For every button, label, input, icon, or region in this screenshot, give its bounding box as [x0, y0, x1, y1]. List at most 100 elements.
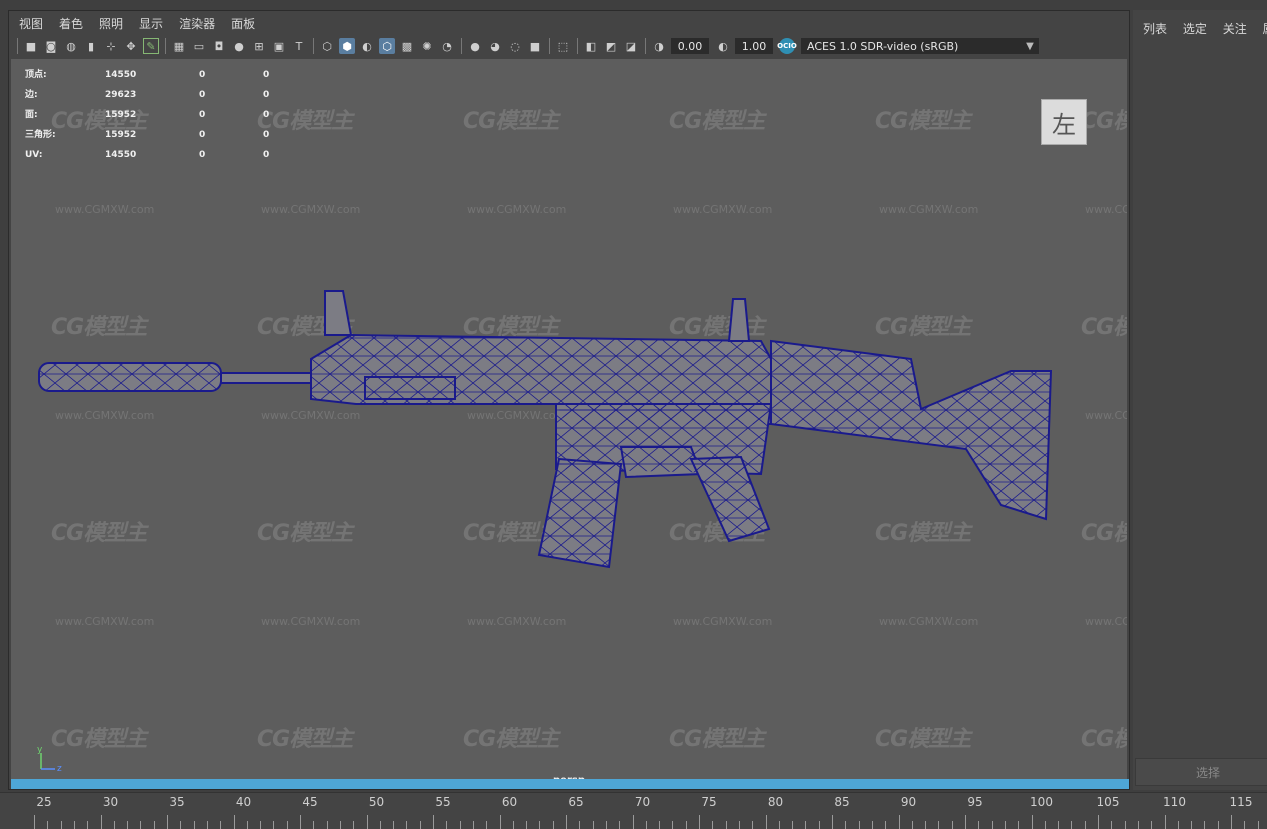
menu-show[interactable]: 显示 [139, 15, 163, 32]
gamma-field[interactable]: 1.00 [735, 38, 773, 54]
menu-lighting[interactable]: 照明 [99, 15, 123, 32]
timeline-tick-mark [1231, 815, 1232, 829]
timeline-tick-mark [433, 815, 434, 829]
isolate-select-icon[interactable]: ⬚ [555, 38, 571, 54]
timeline-tick-mark [1031, 815, 1033, 829]
menu-selected[interactable]: 选定 [1183, 22, 1207, 36]
motion-blur-icon[interactable]: ◕ [487, 38, 503, 54]
hud-label: 边: [25, 90, 38, 100]
gamma-icon[interactable]: ◐ [715, 38, 731, 54]
hud-value: 0 [199, 150, 206, 160]
timeline-tick-mark [300, 815, 301, 829]
chevron-down-icon: ▼ [1026, 40, 1034, 52]
xray-joints-icon[interactable]: ◩ [603, 38, 619, 54]
timeline-tick-label: 85 [834, 795, 850, 809]
anti-aliasing-icon[interactable]: ◌ [507, 38, 523, 54]
menu-attributes[interactable]: 属 [1263, 22, 1267, 36]
hud-value: 29623 [105, 90, 137, 100]
hud-row-vertices: 顶点: 14550 0 0 [25, 65, 269, 85]
smooth-shade-icon[interactable]: ⬢ [339, 38, 355, 54]
timeline-tick-label: 50 [368, 795, 385, 809]
film-gate-icon[interactable]: ▭ [191, 38, 207, 54]
select-button[interactable]: 选择 [1135, 758, 1267, 786]
resolution-gate-icon[interactable]: ◘ [211, 38, 227, 54]
timeline-tick-mark [832, 815, 833, 829]
timeline-tick-label: 95 [967, 795, 983, 809]
active-panel-highlight [11, 779, 1129, 789]
timeline-tick-label: 45 [302, 795, 318, 809]
wireframe-on-shaded-icon[interactable]: ⬡ [379, 38, 395, 54]
toolbar-separator [461, 38, 462, 54]
bookmark-icon[interactable]: ◍ [63, 38, 79, 54]
hud-value: 0 [263, 130, 270, 140]
timeline-tick-label: 70 [634, 795, 651, 809]
exposure-field[interactable]: 0.00 [671, 38, 709, 54]
outliner-panel: 列表 选定 关注 属 选择 [1133, 10, 1267, 790]
pivot-icon[interactable]: ⊹ [103, 38, 119, 54]
hud-value: 0 [263, 150, 270, 160]
hud-row-triangles: 三角形: 15952 0 0 [25, 125, 269, 145]
hud-value: 0 [199, 130, 206, 140]
hud-value: 0 [263, 110, 270, 120]
xray-icon[interactable]: ◧ [583, 38, 599, 54]
timeline-tick-mark [1098, 815, 1099, 829]
menu-view[interactable]: 视图 [19, 15, 43, 32]
rifle-wireframe-model[interactable] [11, 59, 1127, 779]
timeline-tick-label: 40 [235, 795, 252, 809]
outliner-menu-bar: 列表 选定 关注 属 [1143, 20, 1267, 37]
menu-renderer[interactable]: 渲染器 [179, 15, 215, 32]
default-material-icon[interactable]: ◐ [359, 38, 375, 54]
camera-attributes-icon[interactable]: ◙ [43, 38, 59, 54]
textured-icon[interactable]: ▩ [399, 38, 415, 54]
menu-panels[interactable]: 面板 [231, 15, 255, 32]
use-all-lights-icon[interactable]: ✺ [419, 38, 435, 54]
timeline-tick-mark [765, 815, 767, 829]
ambient-occlusion-icon[interactable]: ● [467, 38, 483, 54]
timeline-tick-mark [1164, 815, 1166, 829]
menu-shading[interactable]: 着色 [59, 15, 83, 32]
exposure-icon[interactable]: ◑ [651, 38, 667, 54]
menu-list[interactable]: 列表 [1143, 22, 1167, 36]
safe-action-icon[interactable]: ▣ [271, 38, 287, 54]
gate-mask-icon[interactable]: ● [231, 38, 247, 54]
timeline-tick-mark [499, 815, 501, 829]
hud-value: 15952 [105, 130, 137, 140]
grease-pencil-icon[interactable]: ✎ [143, 38, 159, 54]
grease-pencil-icon[interactable]: ✥ [123, 38, 139, 54]
hud-value: 0 [263, 90, 270, 100]
camera-select-icon[interactable]: ■ [23, 38, 39, 54]
timeline-tick-mark [366, 815, 368, 829]
color-space-dropdown[interactable]: ACES 1.0 SDR-video (sRGB) ▼ [801, 38, 1039, 54]
3d-viewport[interactable]: CG模型主 www.CGMXW.com CG模型主 www.CGMXW.com CG模型… [11, 59, 1127, 779]
shadows-icon[interactable]: ◔ [439, 38, 455, 54]
timeline-tick-label: 105 [1096, 795, 1120, 809]
timeline-tick-label: 25 [36, 795, 52, 809]
field-chart-icon[interactable]: ⊞ [251, 38, 267, 54]
timeline-tick-label: 110 [1163, 795, 1186, 809]
image-plane-icon[interactable]: ▮ [83, 38, 99, 54]
grid-icon[interactable]: ▦ [171, 38, 187, 54]
menu-focus[interactable]: 关注 [1223, 22, 1247, 36]
hud-row-uvs: UV: 14550 0 0 [25, 145, 269, 165]
timeline-tick-mark [233, 815, 235, 829]
time-slider[interactable]: 25 30 35 40 45 50 55 60 65 70 75 80 85 90 95 100 105 110 1… [0, 792, 1267, 829]
timeline-tick-label: 115 [1229, 795, 1253, 809]
color-space-value: ACES 1.0 SDR-video (sRGB) [807, 39, 959, 53]
safe-title-icon[interactable]: T [291, 38, 307, 54]
front-sight [324, 290, 353, 336]
timeline-tick-label: 35 [169, 795, 185, 809]
timeline-tick-mark [100, 815, 102, 829]
timeline-tick-mark [965, 815, 966, 829]
timeline-tick-label: 30 [102, 795, 119, 809]
depth-of-field-icon[interactable]: ■ [527, 38, 543, 54]
panel-toolbar: ■ ◙ ◍ ▮ ⊹ ✥ ✎ ▦ ▭ ◘ ● ⊞ ▣ T ⬡ ⬢ ◐ ⬡ ▩ ✺ … [9, 35, 1129, 57]
toolbar-separator [313, 38, 314, 54]
color-management-icon[interactable]: OCIO [777, 38, 797, 54]
wireframe-icon[interactable]: ⬡ [319, 38, 335, 54]
view-cube[interactable]: 左 [1041, 99, 1087, 145]
timeline-tick-label: 80 [767, 795, 784, 809]
timeline-tick-label: 100 [1030, 795, 1053, 809]
toolbar-separator [577, 38, 578, 54]
hud-value: 0 [263, 70, 270, 80]
xray-components-icon[interactable]: ◪ [623, 38, 639, 54]
